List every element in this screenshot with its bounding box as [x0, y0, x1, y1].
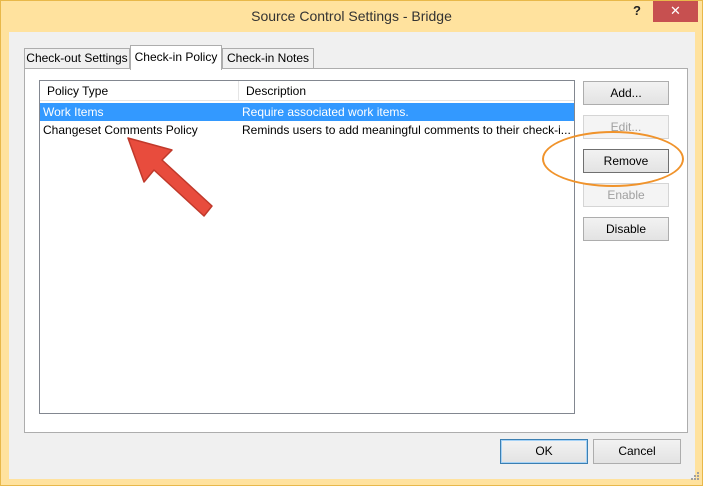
help-button[interactable]: ? [627, 3, 647, 23]
add-button[interactable]: Add... [583, 81, 669, 105]
column-header-policy-type[interactable]: Policy Type [40, 81, 239, 101]
dialog-client-area: Check-out Settings Check-in Policy Check… [9, 32, 695, 479]
remove-button[interactable]: Remove [583, 149, 669, 173]
tab-check-out-settings[interactable]: Check-out Settings [24, 48, 130, 69]
policy-row-work-items[interactable]: Work Items Require associated work items… [40, 103, 574, 121]
policy-description-cell: Require associated work items. [242, 105, 409, 119]
disable-button[interactable]: Disable [583, 217, 669, 241]
window-title: Source Control Settings - Bridge [251, 8, 452, 24]
close-button[interactable]: ✕ [653, 1, 698, 22]
tab-check-in-policy[interactable]: Check-in Policy [130, 45, 222, 70]
policy-type-cell: Changeset Comments Policy [43, 123, 198, 137]
policy-row-changeset-comments[interactable]: Changeset Comments Policy Reminds users … [40, 121, 574, 139]
ok-button[interactable]: OK [500, 439, 588, 464]
edit-button[interactable]: Edit... [583, 115, 669, 139]
dialog-window: Source Control Settings - Bridge ? ✕ Che… [0, 0, 703, 486]
column-header-description[interactable]: Description [239, 81, 574, 101]
enable-button[interactable]: Enable [583, 183, 669, 207]
policy-list-header: Policy Type Description [40, 81, 574, 101]
tab-check-in-notes[interactable]: Check-in Notes [222, 48, 314, 69]
policy-description-cell: Reminds users to add meaningful comments… [242, 123, 571, 137]
policy-type-cell: Work Items [43, 105, 104, 119]
title-bar[interactable]: Source Control Settings - Bridge ? ✕ [1, 1, 702, 32]
check-in-policy-panel: Policy Type Description Work Items Requi… [24, 68, 688, 433]
resize-grip-icon[interactable] [688, 471, 700, 483]
policy-list[interactable]: Policy Type Description Work Items Requi… [39, 80, 575, 414]
cancel-button[interactable]: Cancel [593, 439, 681, 464]
